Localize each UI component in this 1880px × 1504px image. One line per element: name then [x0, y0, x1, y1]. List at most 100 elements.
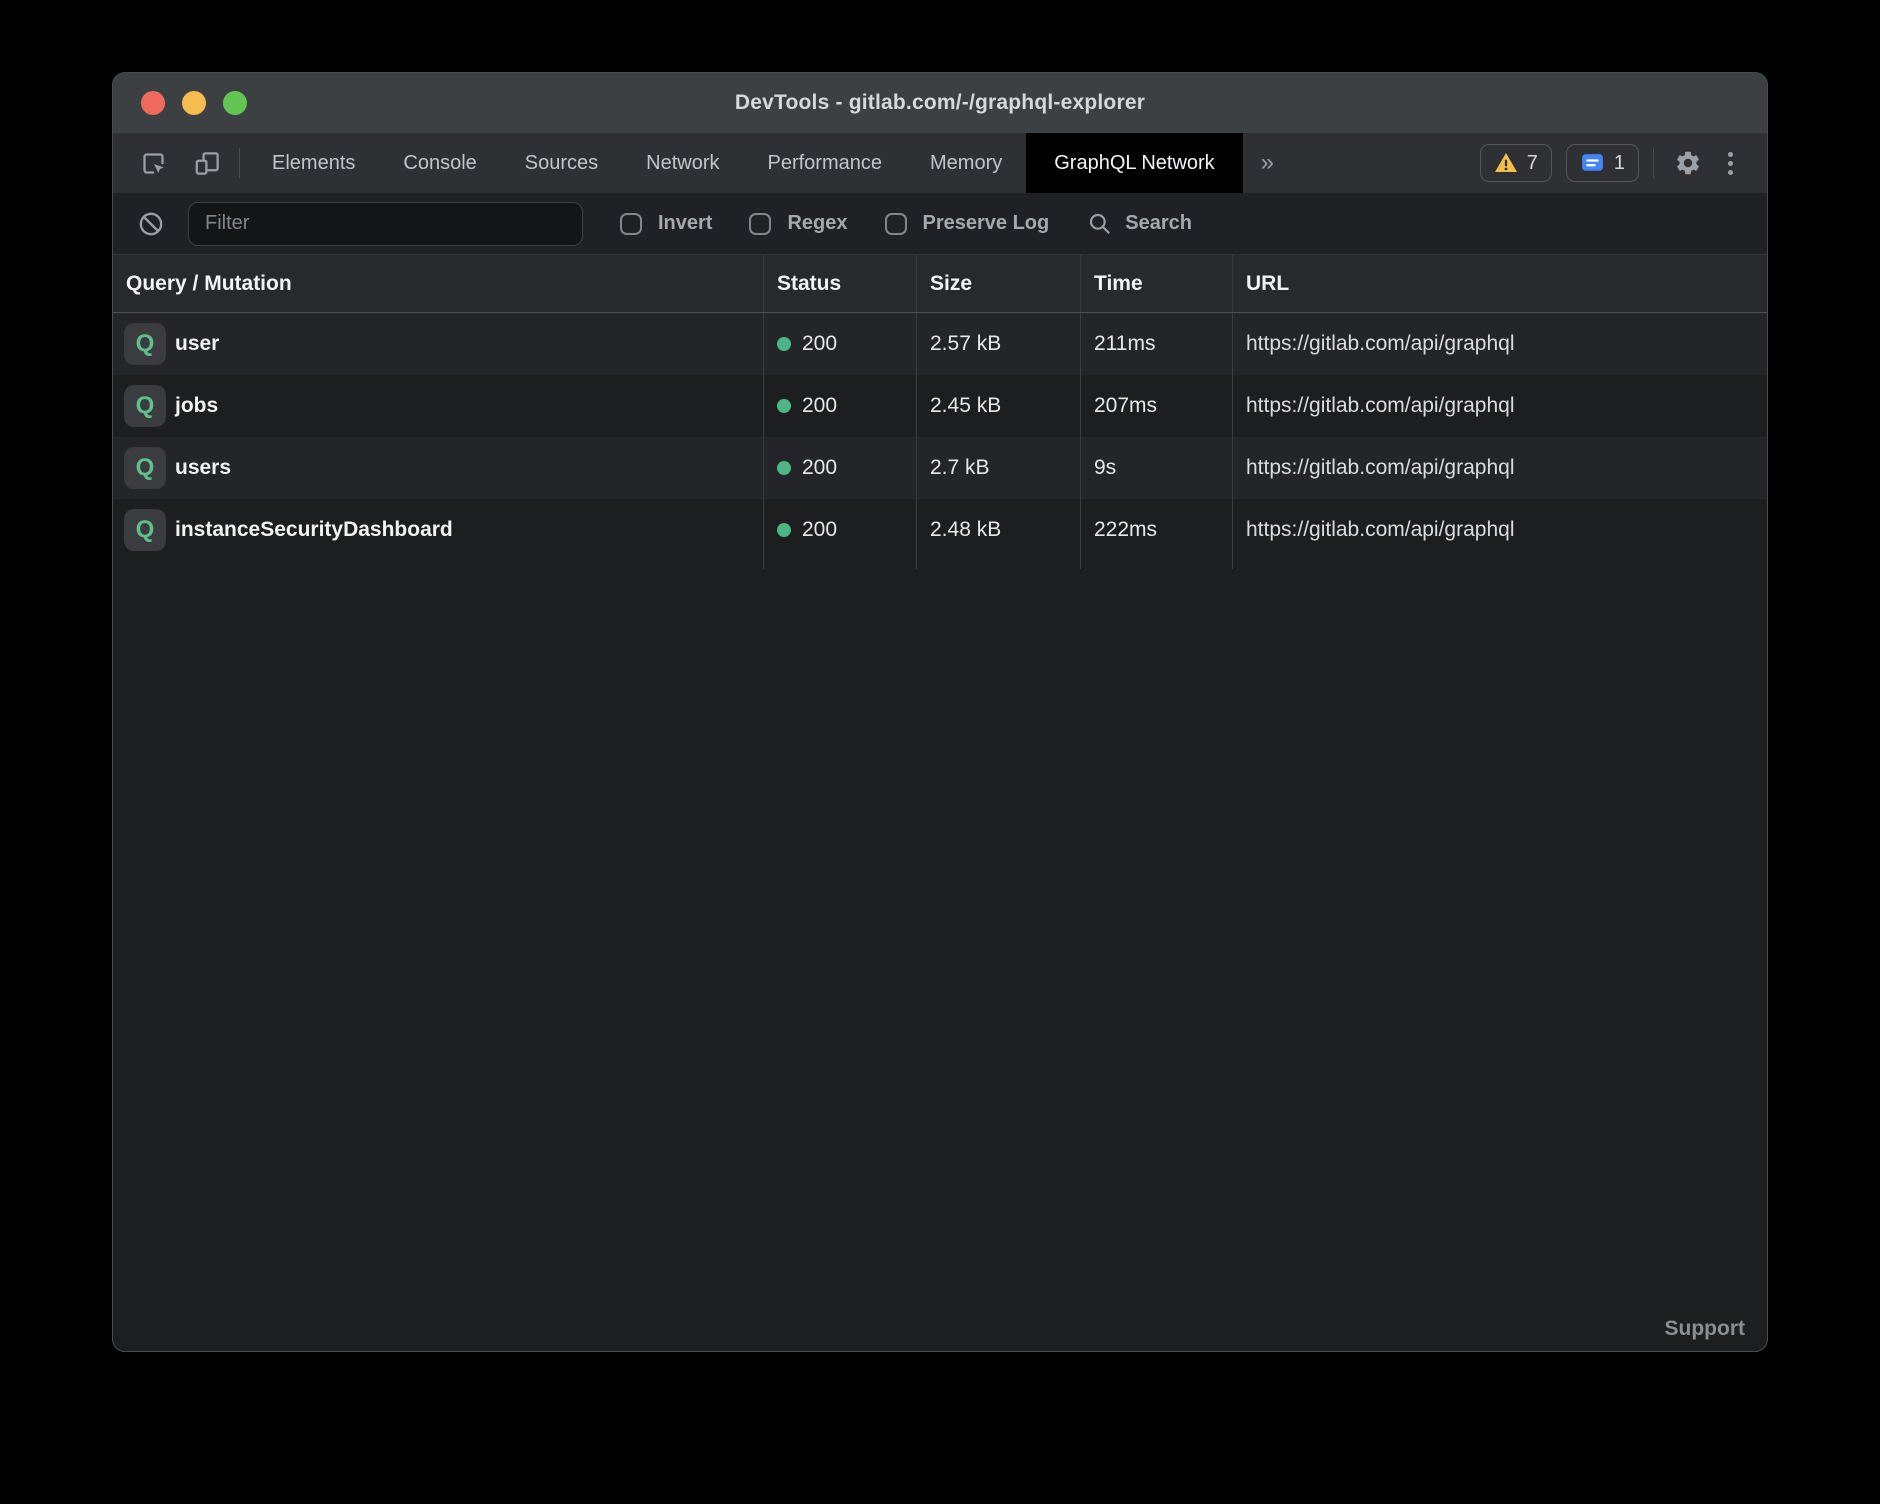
settings-gear-icon[interactable]: [1668, 143, 1708, 183]
status-ok-dot-icon: [777, 523, 791, 537]
tab-console[interactable]: Console: [379, 133, 500, 193]
status-cell: 200: [763, 437, 916, 499]
query-cell: Q instanceSecurityDashboard: [113, 499, 763, 561]
devtools-window: DevTools - gitlab.com/-/graphql-explorer…: [112, 72, 1768, 1352]
toolbar-divider: [239, 148, 240, 178]
close-window-button[interactable]: [141, 91, 165, 115]
titlebar: DevTools - gitlab.com/-/graphql-explorer: [113, 73, 1767, 133]
tab-memory[interactable]: Memory: [906, 133, 1026, 193]
tab-performance[interactable]: Performance: [744, 133, 907, 193]
status-cell: 200: [763, 499, 916, 561]
query-cell: Q user: [113, 313, 763, 375]
size-cell: 2.7 kB: [916, 437, 1080, 499]
zoom-window-button[interactable]: [223, 91, 247, 115]
invert-checkbox[interactable]: [620, 213, 642, 235]
table-row[interactable]: Q user 200 2.57 kB 211ms https://gitlab.…: [113, 313, 1767, 375]
url-cell: https://gitlab.com/api/graphql: [1232, 437, 1767, 499]
window-title: DevTools - gitlab.com/-/graphql-explorer: [735, 91, 1145, 115]
query-type-badge: Q: [124, 323, 166, 365]
status-ok-dot-icon: [777, 461, 791, 475]
toolbar-right: 7 1: [1480, 133, 1767, 193]
time-cell: 207ms: [1080, 375, 1232, 437]
more-tabs-button[interactable]: »: [1243, 133, 1292, 193]
size-cell: 2.57 kB: [916, 313, 1080, 375]
tab-sources[interactable]: Sources: [501, 133, 622, 193]
status-code: 200: [802, 518, 837, 542]
clear-block-icon[interactable]: [131, 204, 171, 244]
table-row[interactable]: Q users 200 2.7 kB 9s https://gitlab.com…: [113, 437, 1767, 499]
request-url: https://gitlab.com/api/graphql: [1246, 456, 1515, 480]
regex-label: Regex: [787, 212, 847, 235]
query-name: users: [175, 456, 231, 480]
url-cell: https://gitlab.com/api/graphql: [1232, 499, 1767, 561]
warnings-badge[interactable]: 7: [1480, 144, 1552, 182]
status-code: 200: [802, 456, 837, 480]
query-name: user: [175, 332, 219, 356]
status-code: 200: [802, 394, 837, 418]
query-type-badge: Q: [124, 509, 166, 551]
toolbar-icons: [113, 133, 239, 193]
response-size: 2.7 kB: [930, 456, 990, 480]
preserve-log-label: Preserve Log: [923, 212, 1050, 235]
invert-label: Invert: [658, 212, 712, 235]
status-code: 200: [802, 332, 837, 356]
status-ok-dot-icon: [777, 399, 791, 413]
inspect-element-icon[interactable]: [133, 143, 173, 183]
query-cell: Q jobs: [113, 375, 763, 437]
column-header-time[interactable]: Time: [1080, 255, 1232, 312]
regex-checkbox[interactable]: [749, 213, 771, 235]
time-cell: 211ms: [1080, 313, 1232, 375]
tab-elements[interactable]: Elements: [248, 133, 379, 193]
column-header-url[interactable]: URL: [1232, 255, 1767, 312]
toolbar-right-divider: [1653, 148, 1654, 178]
time-cell: 9s: [1080, 437, 1232, 499]
table-row[interactable]: Q jobs 200 2.45 kB 207ms https://gitlab.…: [113, 375, 1767, 437]
search-icon: [1087, 211, 1113, 237]
warning-triangle-icon: [1494, 152, 1518, 174]
regex-checkbox-group: Regex: [749, 212, 847, 235]
column-header-size[interactable]: Size: [916, 255, 1080, 312]
table-body: Q user 200 2.57 kB 211ms https://gitlab.…: [113, 313, 1767, 561]
message-icon: [1580, 152, 1605, 175]
warnings-count: 7: [1527, 152, 1538, 175]
support-link[interactable]: Support: [1665, 1317, 1745, 1341]
table-header: Query / Mutation Status Size Time URL: [113, 255, 1767, 313]
tab-network[interactable]: Network: [622, 133, 743, 193]
filter-bar: Invert Regex Preserve Log Search: [113, 193, 1767, 255]
status-cell: 200: [763, 375, 916, 437]
invert-checkbox-group: Invert: [620, 212, 712, 235]
column-header-query-mutation[interactable]: Query / Mutation: [113, 255, 763, 312]
preserve-log-checkbox[interactable]: [885, 213, 907, 235]
request-time: 222ms: [1094, 518, 1157, 542]
filter-input[interactable]: [188, 202, 583, 246]
request-url: https://gitlab.com/api/graphql: [1246, 332, 1515, 356]
messages-badge[interactable]: 1: [1566, 144, 1639, 182]
response-size: 2.57 kB: [930, 332, 1001, 356]
size-cell: 2.45 kB: [916, 375, 1080, 437]
status-ok-dot-icon: [777, 337, 791, 351]
query-name: instanceSecurityDashboard: [175, 518, 453, 542]
url-cell: https://gitlab.com/api/graphql: [1232, 375, 1767, 437]
request-url: https://gitlab.com/api/graphql: [1246, 394, 1515, 418]
column-header-status[interactable]: Status: [763, 255, 916, 312]
query-type-badge: Q: [124, 385, 166, 427]
request-time: 211ms: [1094, 332, 1155, 356]
tab-graphql-network[interactable]: GraphQL Network: [1026, 133, 1242, 193]
messages-count: 1: [1614, 152, 1625, 175]
status-cell: 200: [763, 313, 916, 375]
more-options-kebab-icon[interactable]: [1722, 152, 1739, 175]
response-size: 2.45 kB: [930, 394, 1001, 418]
device-toolbar-icon[interactable]: [187, 143, 227, 183]
url-cell: https://gitlab.com/api/graphql: [1232, 313, 1767, 375]
response-size: 2.48 kB: [930, 518, 1001, 542]
query-type-badge: Q: [124, 447, 166, 489]
search-control[interactable]: Search: [1087, 211, 1192, 237]
minimize-window-button[interactable]: [182, 91, 206, 115]
table-row[interactable]: Q instanceSecurityDashboard 200 2.48 kB …: [113, 499, 1767, 561]
panel-tabs: ElementsConsoleSourcesNetworkPerformance…: [248, 133, 1243, 193]
traffic-lights: [141, 73, 247, 133]
devtools-tabbar: ElementsConsoleSourcesNetworkPerformance…: [113, 133, 1767, 193]
column-separator-stub: [113, 561, 1767, 569]
request-time: 207ms: [1094, 394, 1157, 418]
size-cell: 2.48 kB: [916, 499, 1080, 561]
